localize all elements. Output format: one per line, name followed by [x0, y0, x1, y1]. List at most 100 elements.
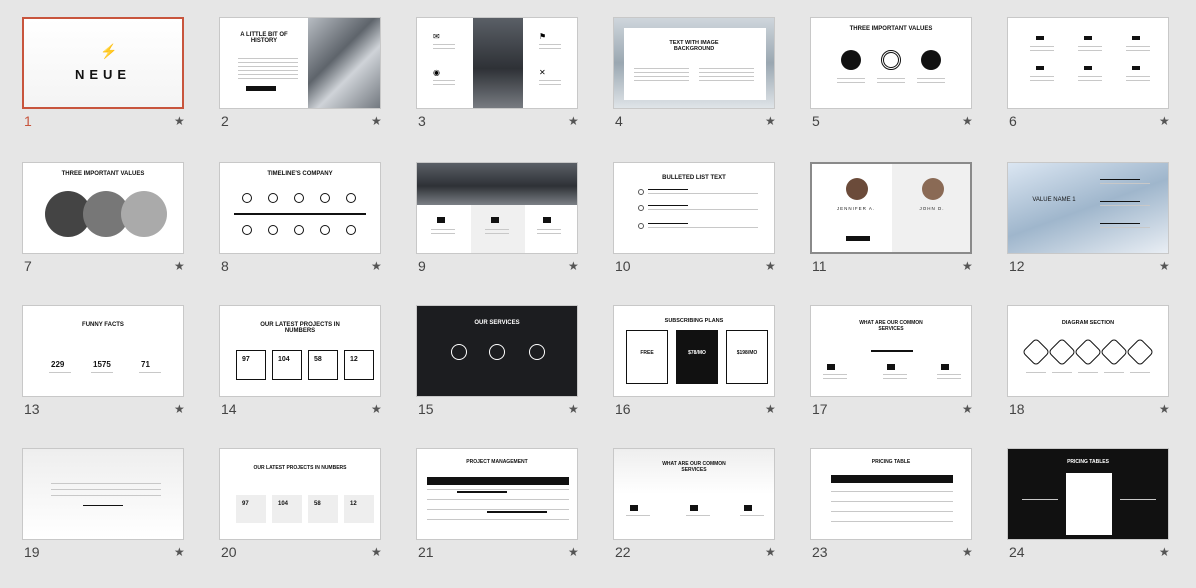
slide-thumbnail[interactable]: OUR LATEST PROJECTS IN NUMBERS 97 104 58 12	[219, 448, 381, 540]
text-line	[485, 229, 509, 230]
star-icon[interactable]: ★	[1159, 545, 1170, 559]
star-icon[interactable]: ★	[174, 114, 185, 128]
slide-item[interactable]: 9 ★	[416, 162, 582, 302]
slide-thumbnail[interactable]: THREE IMPORTANT VALUES	[810, 17, 972, 109]
slide-item[interactable]: A LITTLE BIT OF HISTORY 2 ★	[219, 17, 385, 157]
slide-number: 23	[812, 544, 828, 560]
star-icon[interactable]: ★	[371, 402, 382, 416]
slide-number: 17	[812, 401, 828, 417]
slide-item[interactable]: PROJECT MANAGEMENT 21 ★	[416, 448, 582, 588]
text-line	[427, 509, 569, 510]
slide-thumbnail[interactable]: TIMELINE'S COMPANY	[219, 162, 381, 254]
slide-thumbnail[interactable]: VALUE NAME 1	[1007, 162, 1169, 254]
value-icon	[881, 50, 901, 70]
slide-number: 10	[615, 258, 631, 274]
stat-box	[236, 495, 266, 523]
star-icon[interactable]: ★	[174, 259, 185, 273]
star-icon[interactable]: ★	[1159, 402, 1170, 416]
slide-thumbnail[interactable]	[22, 448, 184, 540]
slide-thumbnail[interactable]: BULLETED LIST TEXT	[613, 162, 775, 254]
slide-item[interactable]: PRICING TABLE 23 ★	[810, 448, 976, 588]
slide-item[interactable]: BULLETED LIST TEXT 10 ★	[613, 162, 779, 302]
slide-item[interactable]: PRICING TABLES 24 ★	[1007, 448, 1173, 588]
star-icon[interactable]: ★	[371, 114, 382, 128]
star-icon[interactable]: ★	[765, 259, 776, 273]
star-icon[interactable]: ★	[765, 114, 776, 128]
text-line	[877, 82, 905, 83]
timeline-icon	[268, 193, 278, 203]
slide-item[interactable]: FUNNY FACTS 229 1575 71 13 ★	[22, 305, 188, 445]
star-icon[interactable]: ★	[1159, 259, 1170, 273]
slide-item[interactable]: THREE IMPORTANT VALUES 5 ★	[810, 17, 976, 157]
diagram-hexagon	[1099, 337, 1129, 367]
text-line	[699, 68, 754, 69]
slide-thumbnail[interactable]: DIAGRAM SECTION	[1007, 305, 1169, 397]
star-icon[interactable]: ★	[174, 545, 185, 559]
slide-thumbnail[interactable]	[416, 162, 578, 254]
star-icon[interactable]: ★	[765, 402, 776, 416]
slide-item[interactable]: NEUE ⚡ 1 ★	[22, 17, 188, 157]
slide-thumbnail[interactable]: JENNIFER A. JOHN D.	[810, 162, 972, 254]
star-icon[interactable]: ★	[1159, 114, 1170, 128]
star-icon[interactable]: ★	[371, 259, 382, 273]
star-icon[interactable]: ★	[962, 259, 973, 273]
slide-thumbnail[interactable]: PRICING TABLE	[810, 448, 972, 540]
star-icon[interactable]: ★	[568, 545, 579, 559]
star-icon[interactable]: ★	[568, 402, 579, 416]
star-icon[interactable]: ★	[371, 545, 382, 559]
slide-thumbnail[interactable]: OUR LATEST PROJECTS IN NUMBERS 97 104 58 12	[219, 305, 381, 397]
slide-thumbnail[interactable]: SUBSCRIBING PLANS FREE $78/MO $198/MO	[613, 305, 775, 397]
star-icon[interactable]: ★	[962, 545, 973, 559]
star-icon[interactable]: ★	[962, 402, 973, 416]
slide-thumbnail[interactable]: PROJECT MANAGEMENT	[416, 448, 578, 540]
slide-thumbnail[interactable]	[1007, 17, 1169, 109]
slide-item[interactable]: DIAGRAM SECTION 18 ★	[1007, 305, 1173, 445]
slide-thumbnail[interactable]: OUR SERVICES	[416, 305, 578, 397]
star-icon[interactable]: ★	[765, 545, 776, 559]
table-header	[831, 475, 953, 483]
slide-thumbnail[interactable]: ✉ ⚑ ◉ ✕	[416, 17, 578, 109]
text-line	[1100, 183, 1150, 184]
slide-item[interactable]: 6 ★	[1007, 17, 1173, 157]
slide-thumbnail[interactable]: TEXT WITH IMAGE BACKGROUND	[613, 17, 775, 109]
slide-thumbnail[interactable]: A LITTLE BIT OF HISTORY	[219, 17, 381, 109]
slide-item[interactable]: VALUE NAME 1 12 ★	[1007, 162, 1173, 302]
text-line	[51, 495, 161, 496]
slide-item[interactable]: JENNIFER A. JOHN D. 11 ★	[810, 162, 976, 302]
slide-thumbnail[interactable]: THREE IMPORTANT VALUES	[22, 162, 184, 254]
slide-item[interactable]: OUR SERVICES 15 ★	[416, 305, 582, 445]
slide-thumbnail[interactable]: PRICING TABLES	[1007, 448, 1169, 540]
slide-item[interactable]: SUBSCRIBING PLANS FREE $78/MO $198/MO 16 ★	[613, 305, 779, 445]
slide-item[interactable]: OUR LATEST PROJECTS IN NUMBERS 97 104 58 12 1…	[219, 305, 385, 445]
text-line	[539, 48, 561, 49]
star-icon[interactable]: ★	[174, 402, 185, 416]
star-icon[interactable]: ★	[568, 114, 579, 128]
timeline-icon	[242, 225, 252, 235]
text-line	[1078, 76, 1102, 77]
slide-thumbnail[interactable]: WHAT ARE OUR COMMON SERVICES	[613, 448, 775, 540]
slide-item[interactable]: WHAT ARE OUR COMMON SERVICES 22 ★	[613, 448, 779, 588]
slide-title: THREE IMPORTANT VALUES	[849, 26, 933, 32]
star-icon[interactable]: ★	[962, 114, 973, 128]
slide-thumbnail[interactable]: NEUE ⚡	[22, 17, 184, 109]
slide-item[interactable]: THREE IMPORTANT VALUES 7 ★	[22, 162, 188, 302]
slide-item[interactable]: TEXT WITH IMAGE BACKGROUND 4 ★	[613, 17, 779, 157]
text-line	[433, 48, 455, 49]
text-line	[877, 78, 905, 79]
slide-thumbnail[interactable]: WHAT ARE OUR COMMON SERVICES	[810, 305, 972, 397]
text-line	[831, 521, 953, 522]
text-line	[831, 491, 953, 492]
slide-item[interactable]: 19 ★	[22, 448, 188, 588]
photo-image	[417, 163, 577, 205]
text-line	[648, 209, 758, 210]
text-line	[1130, 372, 1150, 373]
star-icon[interactable]: ★	[568, 259, 579, 273]
icon	[1036, 36, 1044, 40]
timeline-line	[234, 213, 366, 215]
slide-item[interactable]: ✉ ⚑ ◉ ✕ 3 ★	[416, 17, 582, 157]
text-line	[238, 62, 298, 63]
slide-item[interactable]: OUR LATEST PROJECTS IN NUMBERS 97 104 58 12 2…	[219, 448, 385, 588]
slide-item[interactable]: WHAT ARE OUR COMMON SERVICES 17 ★	[810, 305, 976, 445]
slide-thumbnail[interactable]: FUNNY FACTS 229 1575 71	[22, 305, 184, 397]
slide-item[interactable]: TIMELINE'S COMPANY 8 ★	[219, 162, 385, 302]
